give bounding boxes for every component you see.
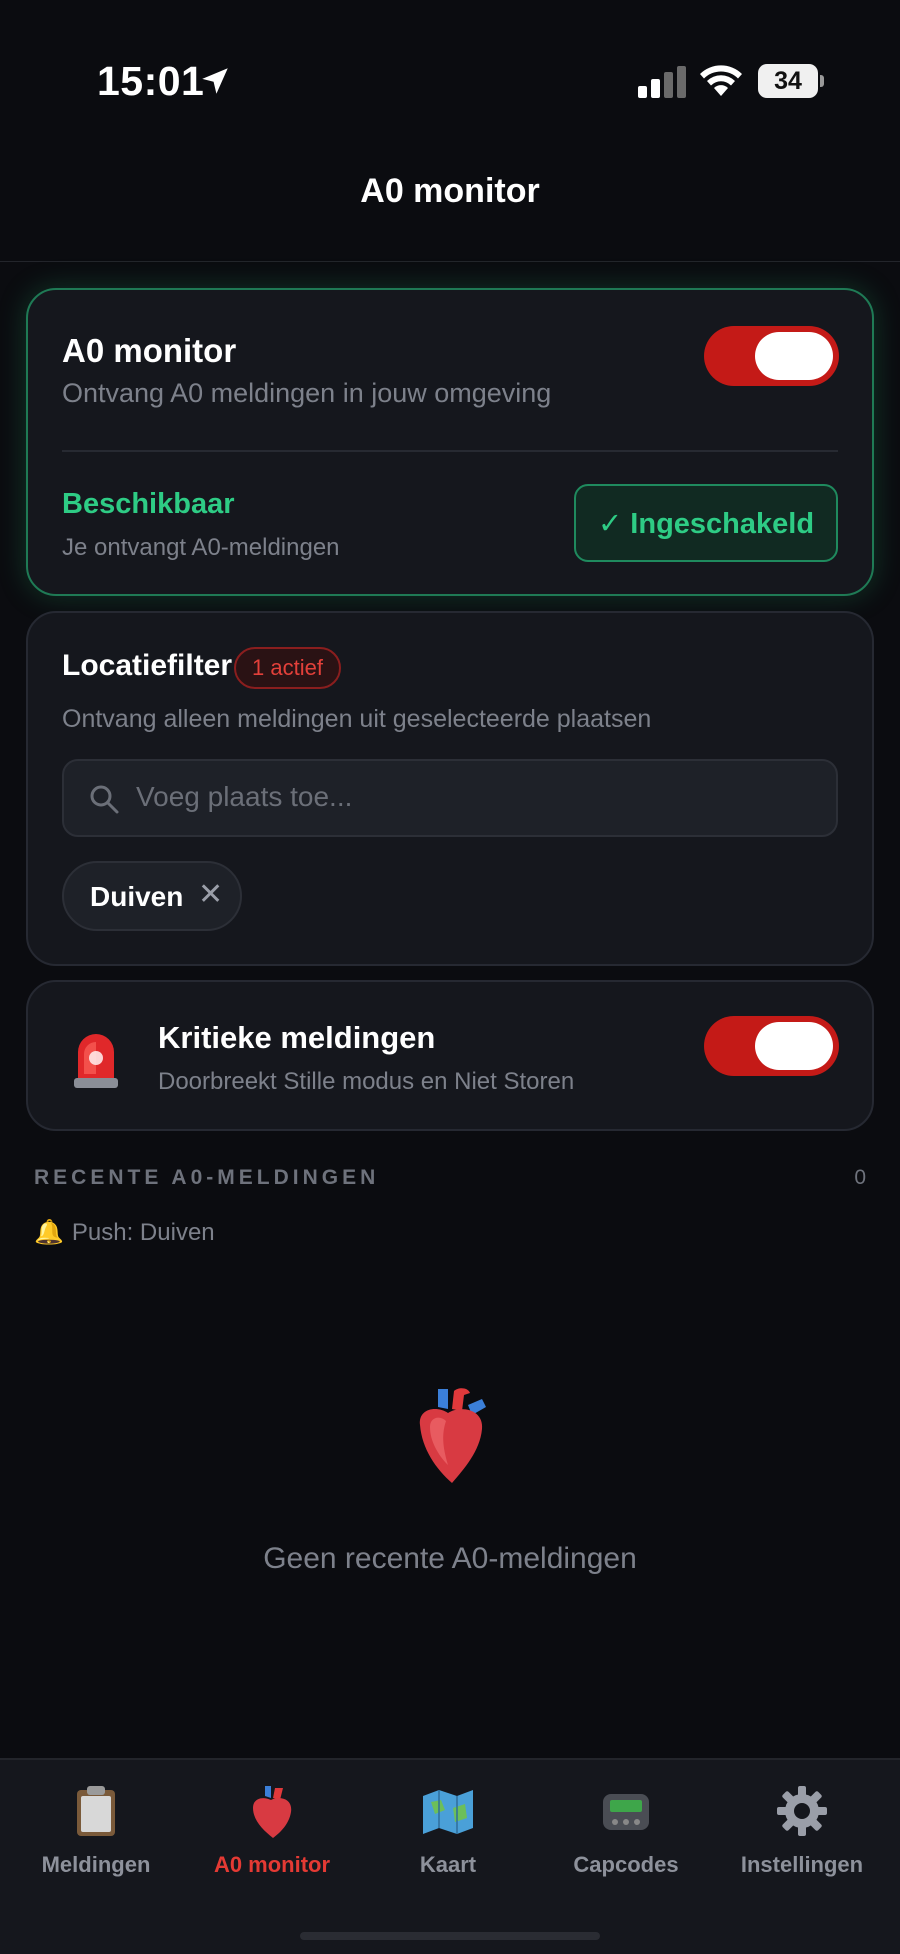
tab-label: Meldingen (41, 1852, 151, 1877)
monitor-card-subtitle: Ontvang A0 meldingen in jouw omgeving (62, 378, 552, 408)
anatomical-heart-icon (419, 1388, 486, 1483)
critical-alerts-subtitle: Doorbreekt Stille modus en Niet Storen (158, 1068, 575, 1095)
battery-icon: 34 (758, 64, 824, 98)
critical-alerts-title: Kritieke meldingen (158, 1020, 436, 1055)
toggle-knob (755, 1022, 833, 1070)
toggle-knob (755, 332, 833, 380)
tab-meldingen[interactable]: Meldingen (6, 1760, 186, 1954)
active-count-badge: 1 actief (234, 647, 341, 689)
search-placeholder: Voeg plaats toe... (136, 781, 353, 812)
search-icon (90, 785, 119, 814)
card-divider (62, 450, 838, 452)
push-info-text: Push: Duiven (71, 1219, 215, 1246)
screen: 15:01 34 A0 monitor A0 monitor Ontvang A… (0, 0, 900, 1954)
empty-state-text: Geen recente A0-meldingen (263, 1542, 637, 1575)
heart-icon (253, 1786, 292, 1838)
status-bar: 15:01 34 (0, 0, 900, 165)
page-title: A0 monitor (360, 172, 540, 210)
header-divider (0, 261, 900, 262)
remove-chip-icon[interactable]: ✕ (198, 877, 223, 912)
cellular-signal-icon (638, 66, 688, 98)
pager-icon (603, 1794, 649, 1830)
critical-alerts-toggle[interactable] (704, 1016, 839, 1076)
enabled-button[interactable]: ✓ Ingeschakeld (574, 484, 838, 562)
recent-count: 0 (854, 1166, 866, 1189)
battery-percentage: 34 (774, 67, 802, 95)
wifi-icon (700, 65, 742, 96)
location-filter-title: Locatiefilter (62, 649, 233, 682)
tab-label: A0 monitor (213, 1852, 331, 1877)
gear-icon (777, 1786, 827, 1836)
home-indicator (300, 1932, 600, 1940)
availability-label: Beschikbaar (62, 488, 235, 520)
location-filter-card: Locatiefilter 1 actief Ontvang alleen me… (26, 611, 874, 966)
status-time: 15:01 (97, 58, 205, 104)
tab-instellingen[interactable]: Instellingen (712, 1760, 892, 1954)
tab-a0-monitor[interactable]: A0 monitor (182, 1760, 362, 1954)
availability-subtitle: Je ontvangt A0-meldingen (62, 534, 340, 561)
monitor-toggle[interactable] (704, 326, 839, 386)
tab-kaart[interactable]: Kaart (358, 1760, 538, 1954)
monitor-card: A0 monitor Ontvang A0 meldingen in jouw … (26, 288, 874, 596)
tab-label: Instellingen (740, 1852, 864, 1877)
bell-icon: 🔔 (34, 1219, 64, 1246)
place-chip-duiven: Duiven ✕ (62, 861, 242, 931)
location-arrow-icon (202, 68, 228, 94)
tab-label: Kaart (419, 1852, 477, 1877)
chip-label: Duiven (90, 881, 184, 912)
critical-alerts-card: Kritieke meldingen Doorbreekt Stille mod… (26, 980, 874, 1131)
location-filter-subtitle: Ontvang alleen meldingen uit geselecteer… (62, 705, 652, 733)
tab-capcodes[interactable]: Capcodes (536, 1760, 716, 1954)
siren-icon (74, 1034, 118, 1088)
push-info: 🔔 Push: Duiven (34, 1218, 215, 1247)
recent-section-title: RECENTE A0-MELDINGEN (34, 1166, 380, 1189)
map-icon (423, 1790, 473, 1834)
monitor-card-title: A0 monitor (62, 332, 237, 369)
tab-bar: Meldingen A0 monitor Kaart Capcodes Inst… (0, 1758, 900, 1954)
clipboard-icon (77, 1786, 115, 1836)
tab-label: Capcodes (573, 1852, 679, 1877)
place-search-input[interactable]: Voeg plaats toe... (62, 759, 838, 837)
